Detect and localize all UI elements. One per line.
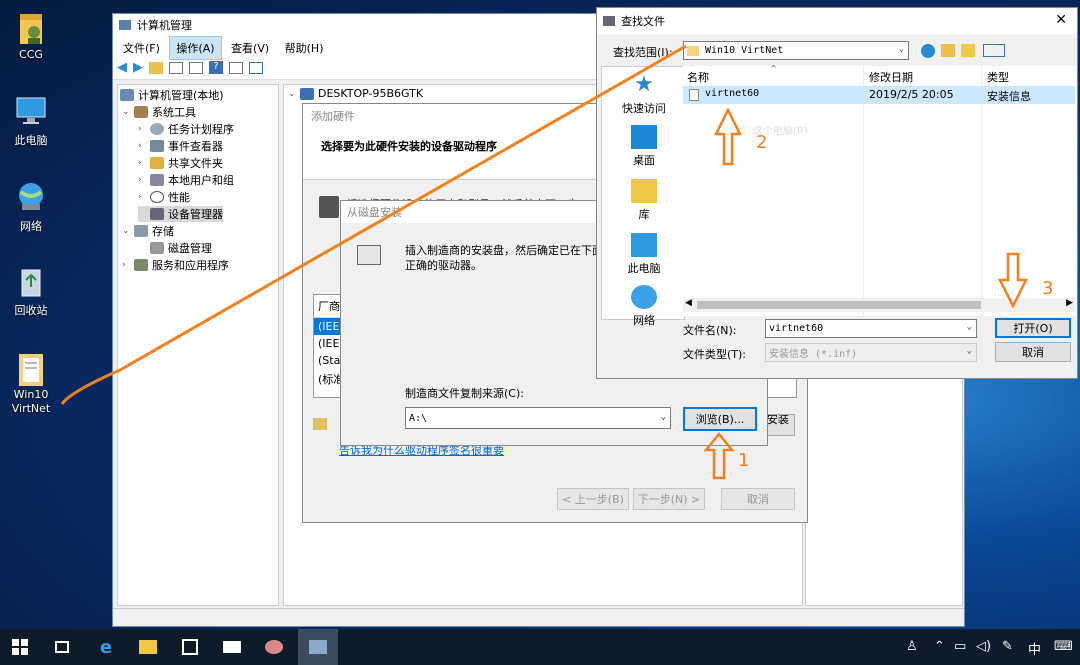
taskbar-edge[interactable]: e bbox=[86, 629, 126, 665]
annotation-arrow-open bbox=[997, 252, 1029, 309]
store-icon bbox=[182, 639, 198, 655]
computer-management-icon bbox=[309, 640, 327, 654]
task-view-icon bbox=[55, 641, 69, 653]
paint-icon bbox=[265, 640, 283, 654]
windows-logo-icon bbox=[12, 639, 28, 655]
pen-icon[interactable]: ✎ bbox=[1002, 639, 1013, 654]
start-button[interactable] bbox=[0, 629, 40, 665]
edge-icon: e bbox=[99, 636, 113, 658]
annotation-step-1: 1 bbox=[738, 450, 750, 471]
annotation-step-2: 2 bbox=[756, 132, 768, 153]
chevron-up-icon[interactable]: ⌃ bbox=[934, 639, 945, 654]
taskbar: e ♙ ⌃ ▭ ◁) ✎ 中 ⌨ bbox=[0, 629, 1080, 665]
people-icon[interactable]: ♙ bbox=[906, 639, 918, 654]
taskbar-mail[interactable] bbox=[212, 629, 252, 665]
task-view-button[interactable] bbox=[42, 629, 82, 665]
annotation-arrow-file bbox=[713, 107, 743, 166]
annotation-overlay bbox=[60, 44, 1029, 480]
volume-icon[interactable]: ◁) bbox=[976, 639, 991, 654]
taskbar-store[interactable] bbox=[170, 629, 210, 665]
keyboard-icon[interactable]: ⌨ bbox=[1054, 639, 1073, 654]
taskbar-paint[interactable] bbox=[254, 629, 294, 665]
ime-indicator[interactable]: 中 bbox=[1028, 639, 1041, 658]
taskbar-computer-management[interactable] bbox=[298, 629, 338, 665]
annotation-drag-line bbox=[60, 44, 687, 405]
annotation-arrow-browse bbox=[703, 432, 735, 480]
mail-icon bbox=[223, 641, 241, 653]
taskbar-file-explorer[interactable] bbox=[128, 629, 168, 665]
file-explorer-icon bbox=[139, 640, 157, 654]
annotation-step-3: 3 bbox=[1042, 278, 1054, 299]
network-tray-icon[interactable]: ▭ bbox=[954, 639, 966, 654]
